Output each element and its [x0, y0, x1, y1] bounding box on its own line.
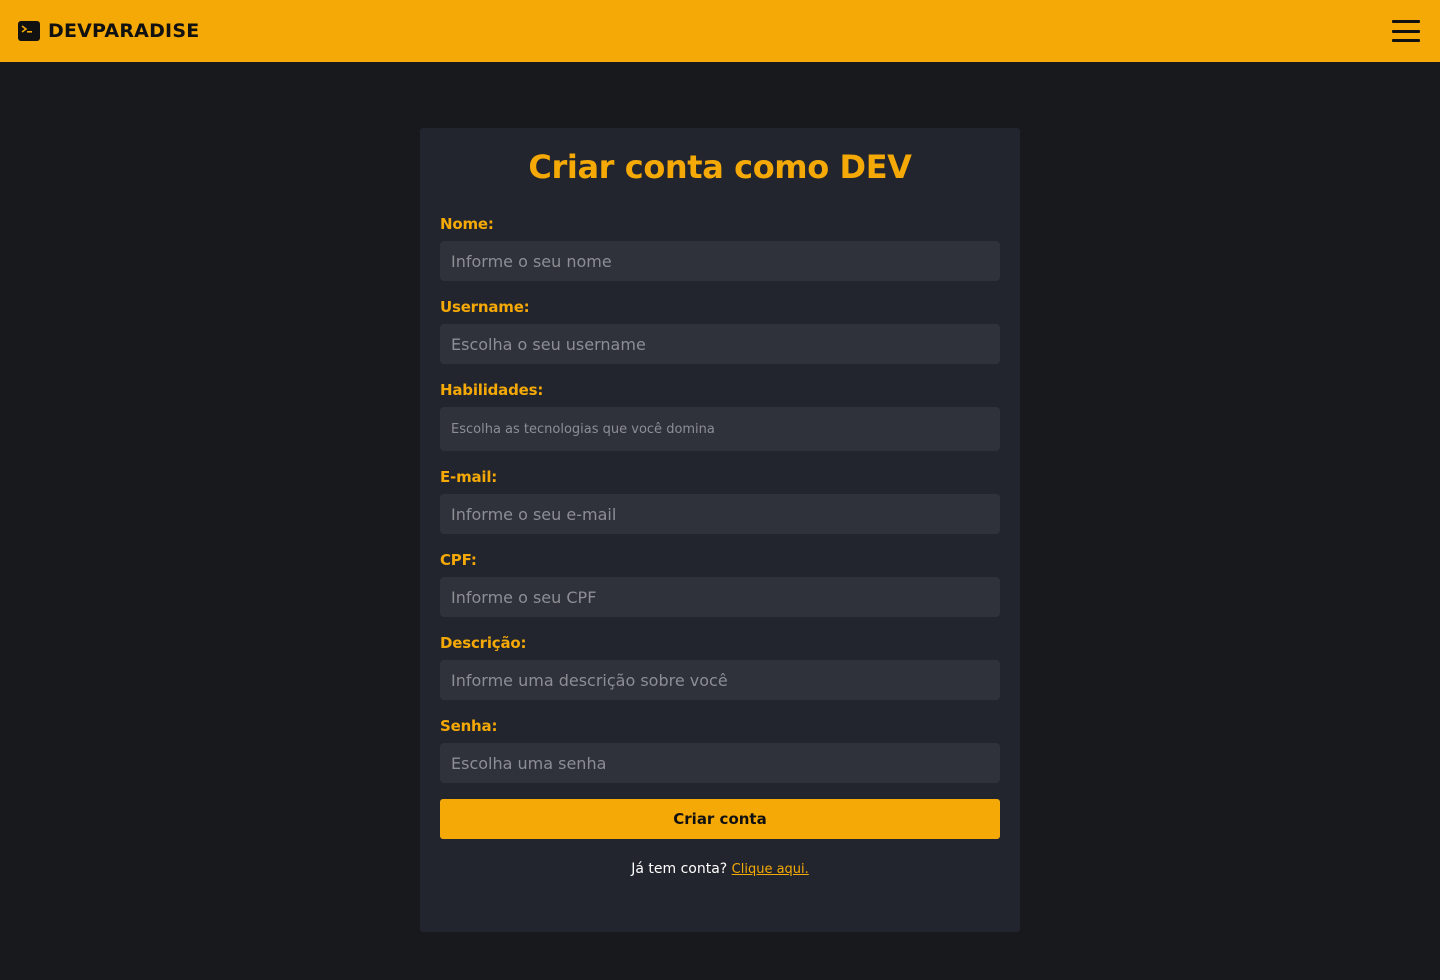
field-habilidades: Habilidades: Escolha as tecnologias que … [440, 382, 1000, 451]
top-navbar: DEVPARADISE [0, 0, 1440, 62]
descricao-input[interactable] [440, 660, 1000, 700]
username-label: Username: [440, 298, 530, 316]
menu-bar [1392, 29, 1420, 33]
cpf-input[interactable] [440, 577, 1000, 617]
brand-name: DEVPARADISE [48, 20, 200, 42]
page-title: Criar conta como DEV [528, 148, 912, 186]
criar-conta-button[interactable]: Criar conta [440, 799, 1000, 839]
menu-bar [1392, 39, 1420, 42]
menu-bar [1392, 20, 1420, 23]
field-descricao: Descrição: [440, 635, 1000, 700]
field-username: Username: [440, 299, 1000, 364]
field-cpf: CPF: [440, 552, 1000, 617]
field-senha: Senha: [440, 718, 1000, 783]
habilidades-multiselect[interactable]: Escolha as tecnologias que você domina [440, 407, 1000, 451]
terminal-icon [18, 21, 40, 41]
senha-input[interactable] [440, 743, 1000, 783]
senha-label: Senha: [440, 717, 498, 735]
field-email: E-mail: [440, 469, 1000, 534]
cpf-label: CPF: [440, 551, 477, 569]
email-label: E-mail: [440, 468, 498, 486]
email-input[interactable] [440, 494, 1000, 534]
login-prompt: Já tem conta? Clique aqui. [440, 861, 1000, 877]
habilidades-label: Habilidades: [440, 381, 544, 399]
field-nome: Nome: [440, 216, 1000, 281]
hamburger-menu-icon[interactable] [1392, 20, 1420, 42]
signup-card: Criar conta como DEV Nome: Username: Hab… [420, 128, 1020, 932]
username-input[interactable] [440, 324, 1000, 364]
descricao-label: Descrição: [440, 634, 527, 652]
login-question: Já tem conta? [631, 861, 728, 877]
brand-logo-link[interactable]: DEVPARADISE [18, 20, 199, 42]
signup-form: Nome: Username: Habilidades: Escolha as … [440, 216, 1000, 877]
login-link[interactable]: Clique aqui. [732, 862, 809, 877]
nome-label: Nome: [440, 215, 494, 233]
habilidades-placeholder: Escolha as tecnologias que você domina [451, 421, 715, 437]
nome-input[interactable] [440, 241, 1000, 281]
